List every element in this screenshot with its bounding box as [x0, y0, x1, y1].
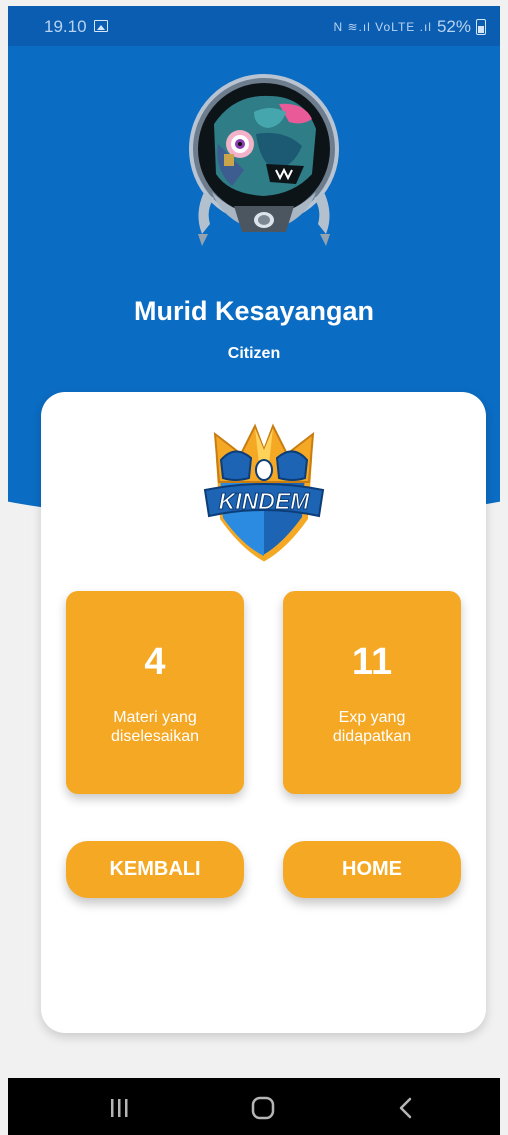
battery-level: 52%	[436, 17, 471, 36]
back-nav-button[interactable]	[378, 1088, 434, 1128]
back-icon	[399, 1097, 412, 1119]
home-button[interactable]: HOME	[283, 841, 461, 898]
battery-icon	[476, 19, 486, 35]
stat-label: Exp yang didapatkan	[332, 709, 412, 745]
stat-value: 11	[351, 641, 393, 683]
avatar[interactable]	[184, 74, 344, 254]
status-time: 19.10	[44, 17, 87, 36]
status-bar: 19.10 N ≋.ıl VoLTE .ıl 52%	[8, 6, 500, 46]
status-icons: N ≋.ıl VoLTE .ıl 52%	[333, 17, 486, 37]
kindem-logo: KINDEM	[201, 420, 327, 562]
gallery-icon	[94, 20, 108, 32]
kindem-logo-image: KINDEM	[203, 423, 325, 562]
stat-tile-materi: 4 Materi yang diselesaikan	[66, 591, 244, 794]
screen: 19.10 N ≋.ıl VoLTE .ıl 52% Murid Kesayan…	[8, 6, 500, 1135]
stat-label: Materi yang diselesaikan	[110, 709, 200, 745]
profile-name: Murid Kesayangan	[133, 296, 375, 326]
home-nav-button[interactable]	[235, 1088, 291, 1128]
navigation-bar	[8, 1078, 500, 1135]
recent-apps-icon	[111, 1099, 128, 1117]
stat-tile-exp: 11 Exp yang didapatkan	[283, 591, 461, 794]
avatar-image	[189, 74, 339, 246]
stat-value: 4	[144, 641, 166, 683]
home-icon	[251, 1096, 275, 1120]
profile-rank: Citizen	[227, 345, 281, 362]
recent-apps-button[interactable]	[91, 1088, 147, 1128]
stats-card: KINDEM 4 Materi yang diselesaikan 11 Exp…	[41, 392, 486, 1033]
back-button[interactable]: KEMBALI	[66, 841, 244, 898]
kindem-logo-text: KINDEM	[219, 488, 311, 514]
signal-icon: N ≋.ıl VoLTE .ıl	[333, 20, 432, 34]
